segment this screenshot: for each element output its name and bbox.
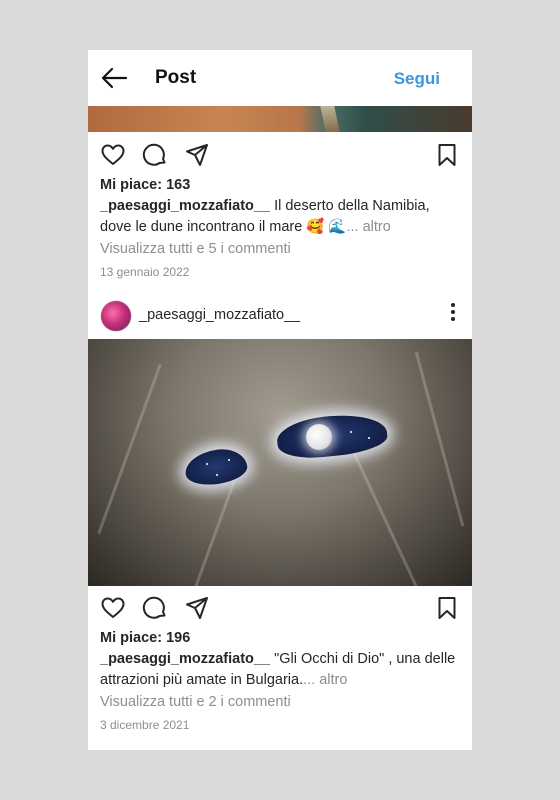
post-header: _paesaggi_mozzafiato__ — [88, 298, 472, 334]
star — [368, 437, 370, 439]
star — [350, 431, 352, 433]
post-caption: _paesaggi_mozzafiato__ "Gli Occhi di Dio… — [100, 649, 460, 691]
post-author[interactable]: _paesaggi_mozzafiato__ — [139, 307, 300, 323]
avatar[interactable] — [100, 300, 132, 332]
like-count[interactable]: Mi piace: 163 — [100, 177, 190, 193]
post-image-namibia[interactable] — [88, 106, 472, 132]
moon — [306, 424, 332, 450]
caption-username[interactable]: _paesaggi_mozzafiato__ — [100, 198, 270, 214]
view-comments-link[interactable]: Visualizza tutti e 5 i commenti — [100, 241, 291, 257]
rock-texture — [350, 446, 429, 586]
comment-icon[interactable] — [142, 595, 168, 621]
post-actions — [88, 142, 472, 172]
star — [206, 463, 208, 465]
star — [216, 474, 218, 476]
more-options-icon[interactable] — [450, 303, 456, 325]
heart-icon[interactable] — [100, 595, 126, 621]
comment-icon[interactable] — [142, 142, 168, 168]
rock-texture — [97, 363, 162, 535]
page-title: Post — [155, 67, 197, 88]
bookmark-icon[interactable] — [434, 595, 460, 621]
post-caption: _paesaggi_mozzafiato__ Il deserto della … — [100, 196, 460, 238]
post-actions — [88, 595, 472, 625]
cave-opening-left — [182, 445, 250, 489]
heart-icon[interactable] — [100, 142, 126, 168]
follow-button[interactable]: Segui — [394, 69, 440, 89]
post-date: 3 dicembre 2021 — [100, 718, 190, 732]
share-icon[interactable] — [184, 142, 210, 168]
like-count[interactable]: Mi piace: 196 — [100, 630, 190, 646]
more-link[interactable]: ... altro — [347, 219, 391, 235]
back-arrow-icon[interactable] — [100, 66, 128, 90]
star — [228, 459, 230, 461]
top-bar: Post Segui — [88, 50, 472, 106]
post-screen: Post Segui Mi piace: 163 _paesaggi_mozza… — [88, 50, 472, 750]
cave-opening-right — [275, 410, 389, 462]
image-detail — [320, 106, 340, 132]
share-icon[interactable] — [184, 595, 210, 621]
post-date: 13 gennaio 2022 — [100, 265, 190, 279]
more-link[interactable]: ... altro — [303, 672, 347, 688]
rock-texture — [414, 351, 465, 527]
bookmark-icon[interactable] — [434, 142, 460, 168]
view-comments-link[interactable]: Visualizza tutti e 2 i commenti — [100, 694, 291, 710]
caption-username[interactable]: _paesaggi_mozzafiato__ — [100, 651, 270, 667]
post-image-eyes-of-god[interactable] — [88, 339, 472, 586]
